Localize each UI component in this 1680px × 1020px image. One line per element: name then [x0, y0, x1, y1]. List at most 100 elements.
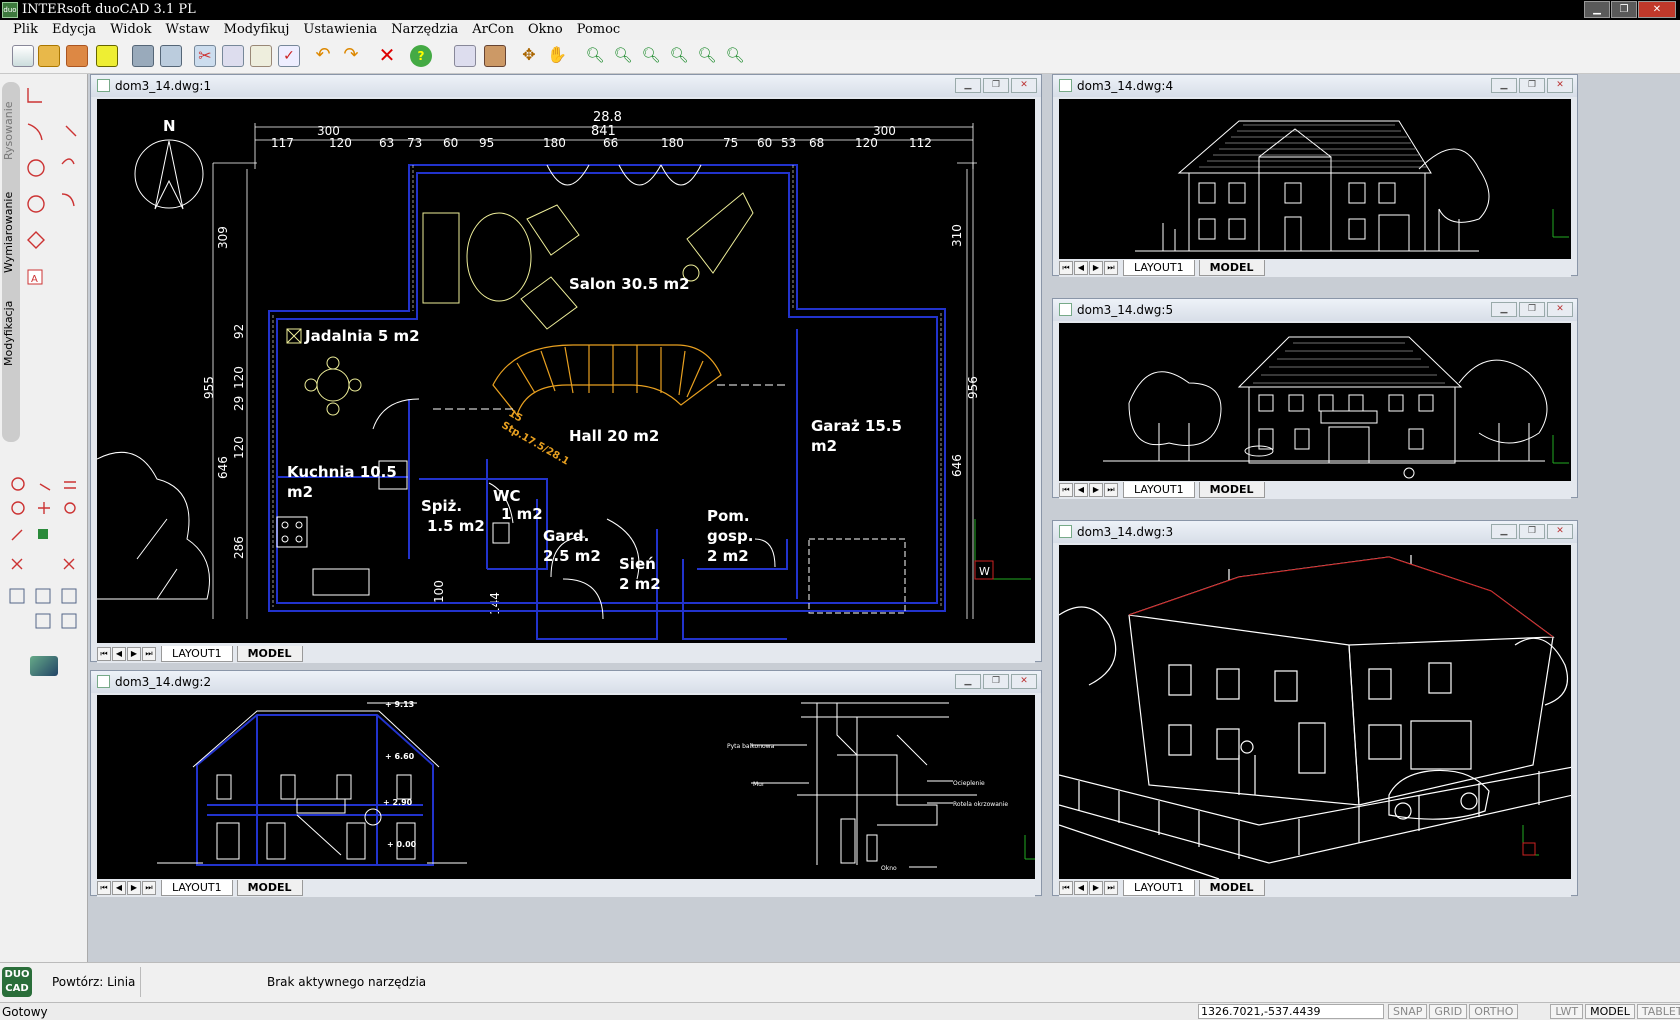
first-tab-icon[interactable]: ⏮ — [1059, 261, 1073, 275]
window-titlebar[interactable]: dom3_14.dwg:5 ▁ ❐ ✕ — [1053, 299, 1577, 321]
model-toggle[interactable]: MODEL — [1585, 1004, 1635, 1019]
undo-icon[interactable]: ↶ — [312, 45, 334, 67]
menu-plik[interactable]: Plik — [6, 20, 45, 40]
close-icon[interactable]: ✕ — [1547, 78, 1573, 93]
open-folder-icon[interactable] — [38, 45, 60, 67]
menu-narzedzia[interactable]: Narzędzia — [384, 20, 465, 40]
maximize-icon[interactable]: ❐ — [1519, 524, 1545, 539]
first-tab-icon[interactable]: ⏮ — [1059, 483, 1073, 497]
drawing-window-section[interactable]: dom3_14.dwg:2 ▁ ❐ ✕ + 9.13 + 6.60 + 2.90… — [90, 670, 1042, 897]
window-titlebar[interactable]: dom3_14.dwg:4 ▁ ❐ ✕ — [1053, 75, 1577, 97]
maximize-icon[interactable]: ❐ — [1519, 302, 1545, 317]
minimize-icon[interactable]: ▁ — [1491, 524, 1517, 539]
zoom-extents-icon[interactable]: 🔍︎ — [668, 45, 690, 67]
snap-tool-icon[interactable] — [454, 45, 476, 67]
cut-icon[interactable]: ✂ — [194, 45, 216, 67]
last-tab-icon[interactable]: ⏭ — [1104, 483, 1118, 497]
close-icon[interactable]: ✕ — [1547, 524, 1573, 539]
window-titlebar[interactable]: dom3_14.dwg:3 ▁ ❐ ✕ — [1053, 521, 1577, 543]
drawing-window-elevation-rear[interactable]: dom3_14.dwg:5 ▁ ❐ ✕ ⏮ ◀ ▶ ⏭ LAYOUT1 MODE… — [1052, 298, 1578, 499]
next-tab-icon[interactable]: ▶ — [127, 881, 141, 895]
minimize-icon[interactable]: ▁ — [1491, 78, 1517, 93]
menu-ustawienia[interactable]: Ustawienia — [296, 20, 384, 40]
paste-icon[interactable] — [250, 45, 272, 67]
zoom-all-icon[interactable]: 🔍︎ — [696, 45, 718, 67]
window-titlebar[interactable]: dom3_14.dwg:2 ▁ ❐ ✕ — [91, 671, 1041, 693]
zoom-window-icon[interactable]: 🔍︎ — [612, 45, 634, 67]
minimize-icon[interactable]: ▁ — [955, 674, 981, 689]
prev-tab-icon[interactable]: ◀ — [112, 881, 126, 895]
maximize-icon[interactable]: ❐ — [1611, 1, 1637, 18]
last-tab-icon[interactable]: ⏭ — [142, 647, 156, 661]
next-tab-icon[interactable]: ▶ — [1089, 483, 1103, 497]
repeat-command[interactable]: Powtórz: Linia — [52, 975, 135, 989]
menu-modyfikuj[interactable]: Modyfikuj — [217, 20, 297, 40]
last-tab-icon[interactable]: ⏭ — [1104, 881, 1118, 895]
drawing-window-elevation-front[interactable]: dom3_14.dwg:4 ▁ ❐ ✕ ⏮ ◀ ▶ ⏭ LAYOUT1 MODE… — [1052, 74, 1578, 277]
layers-icon[interactable] — [30, 656, 58, 676]
properties-icon[interactable] — [96, 45, 118, 67]
close-icon[interactable]: ✕ — [1638, 1, 1676, 18]
drawing-canvas[interactable] — [1059, 545, 1571, 879]
prev-tab-icon[interactable]: ◀ — [112, 647, 126, 661]
prev-tab-icon[interactable]: ◀ — [1074, 261, 1088, 275]
zoom-scale-icon[interactable]: 🔍︎ — [724, 45, 746, 67]
close-icon[interactable]: ✕ — [1011, 78, 1037, 93]
save-icon[interactable] — [66, 45, 88, 67]
grid-toggle[interactable]: GRID — [1429, 1004, 1468, 1019]
menu-okno[interactable]: Okno — [521, 20, 570, 40]
tab-model[interactable]: MODEL — [1198, 880, 1265, 896]
first-tab-icon[interactable]: ⏮ — [97, 647, 111, 661]
print-icon[interactable] — [132, 45, 154, 67]
maximize-icon[interactable]: ❐ — [983, 78, 1009, 93]
maximize-icon[interactable]: ❐ — [983, 674, 1009, 689]
redo-icon[interactable]: ↷ — [340, 45, 362, 67]
tab-model[interactable]: MODEL — [236, 880, 303, 896]
pan-realtime-icon[interactable]: ✥ — [518, 45, 540, 67]
menu-arcon[interactable]: ArCon — [465, 20, 521, 40]
lwt-toggle[interactable]: LWT — [1550, 1004, 1584, 1019]
prev-tab-icon[interactable]: ◀ — [1074, 881, 1088, 895]
menu-edycja[interactable]: Edycja — [45, 20, 103, 40]
tab-model[interactable]: MODEL — [1198, 260, 1265, 276]
menu-pomoc[interactable]: Pomoc — [570, 20, 627, 40]
prev-tab-icon[interactable]: ◀ — [1074, 483, 1088, 497]
next-tab-icon[interactable]: ▶ — [127, 647, 141, 661]
pan-hand-icon[interactable]: ✋ — [546, 45, 568, 67]
close-icon[interactable]: ✕ — [1011, 674, 1037, 689]
drawing-canvas[interactable]: + 9.13 + 6.60 + 2.90 + 0.00 Pyta balkono… — [97, 695, 1035, 879]
new-file-icon[interactable] — [12, 45, 34, 67]
tab-layout1[interactable]: LAYOUT1 — [1123, 880, 1195, 896]
next-tab-icon[interactable]: ▶ — [1089, 261, 1103, 275]
tab-layout1[interactable]: LAYOUT1 — [161, 880, 233, 896]
tab-layout1[interactable]: LAYOUT1 — [1123, 482, 1195, 498]
window-titlebar[interactable]: dom3_14.dwg:1 ▁ ❐ ✕ — [91, 75, 1041, 97]
minimize-icon[interactable]: ▁ — [955, 78, 981, 93]
minimize-icon[interactable]: ▁ — [1584, 1, 1610, 18]
drawing-canvas[interactable]: N 28.8 841 300 300 117 120 63 73 60 95 1… — [97, 99, 1035, 643]
delete-icon[interactable]: ✕ — [376, 45, 398, 67]
next-tab-icon[interactable]: ▶ — [1089, 881, 1103, 895]
drawing-canvas[interactable] — [1059, 323, 1571, 481]
first-tab-icon[interactable]: ⏮ — [97, 881, 111, 895]
menu-wstaw[interactable]: Wstaw — [159, 20, 217, 40]
maximize-icon[interactable]: ❐ — [1519, 78, 1545, 93]
last-tab-icon[interactable]: ⏭ — [142, 881, 156, 895]
print-preview-icon[interactable] — [160, 45, 182, 67]
help-icon[interactable]: ? — [410, 45, 432, 67]
drawing-window-3d[interactable]: dom3_14.dwg:3 ▁ ❐ ✕ ⏮ ◀ ▶ ⏭ LAYOUT1 MODE… — [1052, 520, 1578, 897]
menu-widok[interactable]: Widok — [103, 20, 158, 40]
zoom-realtime-icon[interactable]: 🔍︎ — [584, 45, 606, 67]
first-tab-icon[interactable]: ⏮ — [1059, 881, 1073, 895]
tab-layout1[interactable]: LAYOUT1 — [1123, 260, 1195, 276]
ortho-toggle[interactable]: ORTHO — [1469, 1004, 1519, 1019]
tab-model[interactable]: MODEL — [1198, 482, 1265, 498]
drawing-window-plan[interactable]: dom3_14.dwg:1 ▁ ❐ ✕ N 28.8 841 300 300 1… — [90, 74, 1042, 663]
tab-layout1[interactable]: LAYOUT1 — [161, 646, 233, 662]
snap-toggle[interactable]: SNAP — [1388, 1004, 1428, 1019]
zoom-previous-icon[interactable]: 🔍︎ — [640, 45, 662, 67]
tab-model[interactable]: MODEL — [236, 646, 303, 662]
minimize-icon[interactable]: ▁ — [1491, 302, 1517, 317]
match-properties-icon[interactable]: ✓ — [278, 45, 300, 67]
copy-icon[interactable] — [222, 45, 244, 67]
